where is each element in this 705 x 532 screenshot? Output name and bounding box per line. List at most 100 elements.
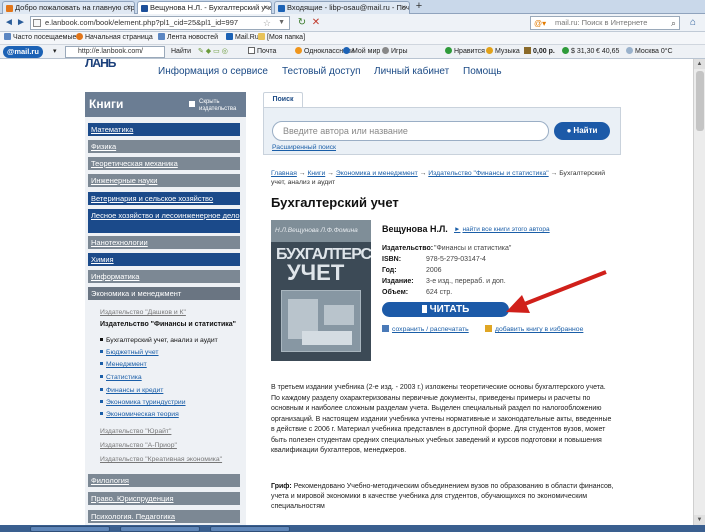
mailru-address-input[interactable]: http://e.lanbook.com/ <box>65 46 165 58</box>
sidebar-category[interactable]: Лесное хозяйство и лесоинженерное дело <box>88 209 240 233</box>
music-icon <box>486 47 493 54</box>
nav-link-cabinet[interactable]: Личный кабинет <box>374 66 449 77</box>
sidebar-category[interactable]: Информатика <box>88 270 240 283</box>
browser-tab-1[interactable]: Добро пожаловать на главную страницу × <box>2 1 135 14</box>
breadcrumb-link[interactable]: Издательство "Финансы и статистика" <box>428 170 548 177</box>
toolbar-item-balance[interactable]: 0,00 р. <box>524 45 555 58</box>
book-category-link[interactable]: Менеджмент <box>100 361 147 368</box>
book-category-link[interactable]: Экономика туриндустрии <box>100 399 186 406</box>
bookmark-item[interactable]: Часто посещаемые <box>4 32 76 44</box>
breadcrumb-link[interactable]: Экономика и менеджмент <box>336 170 418 177</box>
toolbar-item-usd[interactable]: $ 31,30 <box>562 45 594 58</box>
taskbar-item[interactable] <box>30 526 110 532</box>
odnoklassniki-icon <box>295 47 302 54</box>
reload-icon[interactable]: ↻ <box>296 16 308 30</box>
mailru-logo[interactable]: @mail.ru <box>3 46 43 58</box>
read-button[interactable]: ЧИТАТЬ <box>382 302 509 317</box>
book-category-link-active[interactable]: Бухгалтерский учет, анализ и аудит <box>100 337 218 344</box>
address-bar[interactable]: e.lanbook.com/book/element.php?pl1_cid=2… <box>30 16 290 30</box>
bookmark-item[interactable]: Mail.Ru <box>226 32 259 44</box>
bullet-icon <box>100 412 103 415</box>
toolbar-item-music[interactable]: Музыка <box>486 45 520 58</box>
cover-authors: Н.Л.Вещунова Л.Ф.Фомина <box>275 227 358 234</box>
stop-icon[interactable]: ✕ <box>310 16 322 30</box>
search-input[interactable]: Введите автора или название <box>272 121 549 141</box>
publisher-link[interactable]: Издательство "Юрайт" <box>100 428 171 435</box>
close-tab-icon[interactable]: × <box>401 2 406 14</box>
toolbar-item-games[interactable]: Игры <box>382 45 408 58</box>
search-icon[interactable]: ⌕ <box>671 17 676 29</box>
toolbar-item-weather[interactable]: Москва 0°C <box>626 45 673 58</box>
meta-value: "Финансы и статистика" <box>434 245 512 252</box>
sidebar-category[interactable]: Инженерные науки <box>88 174 240 187</box>
breadcrumb-link[interactable]: Главная <box>271 170 297 177</box>
taskbar-item[interactable] <box>120 526 200 532</box>
sidebar-category[interactable]: Физика <box>88 140 240 153</box>
nav-link-help[interactable]: Помощь <box>463 66 502 77</box>
sidebar-category-selected[interactable]: Экономика и менеджмент <box>88 287 240 300</box>
search-engine-icon[interactable]: @▾ <box>534 18 546 30</box>
browser-search-box[interactable]: @▾ mail.ru: Поиск в Интернете ⌕ <box>530 16 680 30</box>
forward-button[interactable]: ► <box>15 16 27 30</box>
save-print-link[interactable]: сохранить / распечатать <box>382 325 469 333</box>
sidebar-category[interactable]: Математика <box>88 123 240 136</box>
meta-value: 624 стр. <box>426 289 453 296</box>
home-icon[interactable]: ⌂ <box>686 16 700 30</box>
book-grif: Гриф: Рекомендовано Учебно-методическим … <box>271 482 616 512</box>
toolbar-tools-icon[interactable]: ✎ ◆ ▭ ◎ <box>198 45 228 58</box>
bookmark-item[interactable]: [Моя папка] <box>258 32 305 44</box>
add-favorite-link[interactable]: добавить книгу в избранное <box>485 325 583 333</box>
toolbar-item-eur[interactable]: € 40,65 <box>596 45 619 58</box>
nav-link-info[interactable]: Информация о сервисе <box>158 66 268 77</box>
search-panel: Введите автора или название ● Найти Расши… <box>263 107 621 155</box>
dropdown-arrow-icon[interactable]: ▼ <box>278 17 285 29</box>
scroll-up-icon[interactable]: ▲ <box>694 59 705 69</box>
sidebar-category[interactable]: Теоретическая механика <box>88 157 240 170</box>
sidebar-category[interactable]: Ветеринария и сельское хозяйство <box>88 192 240 205</box>
browser-tab-2[interactable]: Вещунова Н.Л. - Бухгалтерский учет | ...… <box>137 1 272 14</box>
cover-title-line2: УЧЕТ <box>287 260 345 285</box>
hide-publishers-label[interactable]: Скрыть издательства <box>199 99 244 113</box>
browser-tab-3[interactable]: Входящие - libp-osau@mail.ru - Почта Ма.… <box>274 1 410 14</box>
all-author-books-link[interactable]: ► найти все книги этого автора <box>454 226 550 233</box>
bookmark-item[interactable]: Начальная страница <box>76 32 153 44</box>
close-tab-icon[interactable]: × <box>126 2 131 14</box>
publisher-link[interactable]: Издательство "А-Приор" <box>100 442 177 449</box>
book-category-link[interactable]: Статистика <box>100 374 142 381</box>
close-tab-icon[interactable]: × <box>263 2 268 14</box>
dropdown-arrow-icon[interactable]: ▾ <box>53 45 57 58</box>
sidebar-category[interactable]: Право. Юриспруденция <box>88 492 240 505</box>
bookmark-item[interactable]: Лента новостей <box>158 32 218 44</box>
sidebar-category[interactable]: Психология. Педагогика <box>88 510 240 523</box>
publisher-link[interactable]: Издательство "Дашков и К" <box>100 309 186 316</box>
book-category-link[interactable]: Бюджетный учет <box>100 349 159 356</box>
nav-link-trial[interactable]: Тестовый доступ <box>282 66 361 77</box>
book-cover-image[interactable]: Н.Л.Вещунова Л.Ф.Фомина БУХГАЛТЕРСКИЙ УЧ… <box>271 220 371 361</box>
tab-label: Входящие - libp-osau@mail.ru - Почта Ма.… <box>287 3 410 12</box>
publisher-link[interactable]: Издательство "Креативная экономика" <box>100 456 222 463</box>
vertical-scrollbar[interactable]: ▲ ▼ <box>693 59 705 525</box>
back-button[interactable]: ◄ <box>3 16 15 30</box>
sidebar-category[interactable]: Нанотехнологии <box>88 236 240 249</box>
sidebar-category[interactable]: Филология <box>88 474 240 487</box>
new-tab-button[interactable]: + <box>412 1 426 13</box>
mailru-find-button[interactable]: Найти <box>171 45 191 58</box>
bullet-icon <box>100 375 103 378</box>
tab-label: Вещунова Н.Л. - Бухгалтерский учет | ... <box>150 3 271 12</box>
scroll-down-icon[interactable]: ▼ <box>694 515 705 525</box>
advanced-search-link[interactable]: Расширенный поиск <box>272 144 336 151</box>
taskbar-item[interactable] <box>210 526 290 532</box>
toolbar-item-mail[interactable]: Почта <box>248 45 276 58</box>
find-button[interactable]: ● Найти <box>554 122 610 140</box>
sidebar-category[interactable]: Химия <box>88 253 240 266</box>
breadcrumb-link[interactable]: Книги <box>307 170 325 177</box>
book-category-link[interactable]: Экономическая теория <box>100 411 179 418</box>
toolbar-item-likes[interactable]: Нравится <box>445 45 485 58</box>
scrollbar-thumb[interactable] <box>696 71 704 131</box>
hide-publishers-checkbox[interactable] <box>189 101 195 107</box>
bookmark-star-icon[interactable]: ☆ <box>263 17 271 29</box>
toolbar-item-myworld[interactable]: Мой мир <box>343 45 380 58</box>
site-logo[interactable]: ЛАНЬ <box>85 59 116 70</box>
tab-search[interactable]: Поиск <box>263 92 303 108</box>
book-category-link[interactable]: Финансы и кредит <box>100 387 163 394</box>
